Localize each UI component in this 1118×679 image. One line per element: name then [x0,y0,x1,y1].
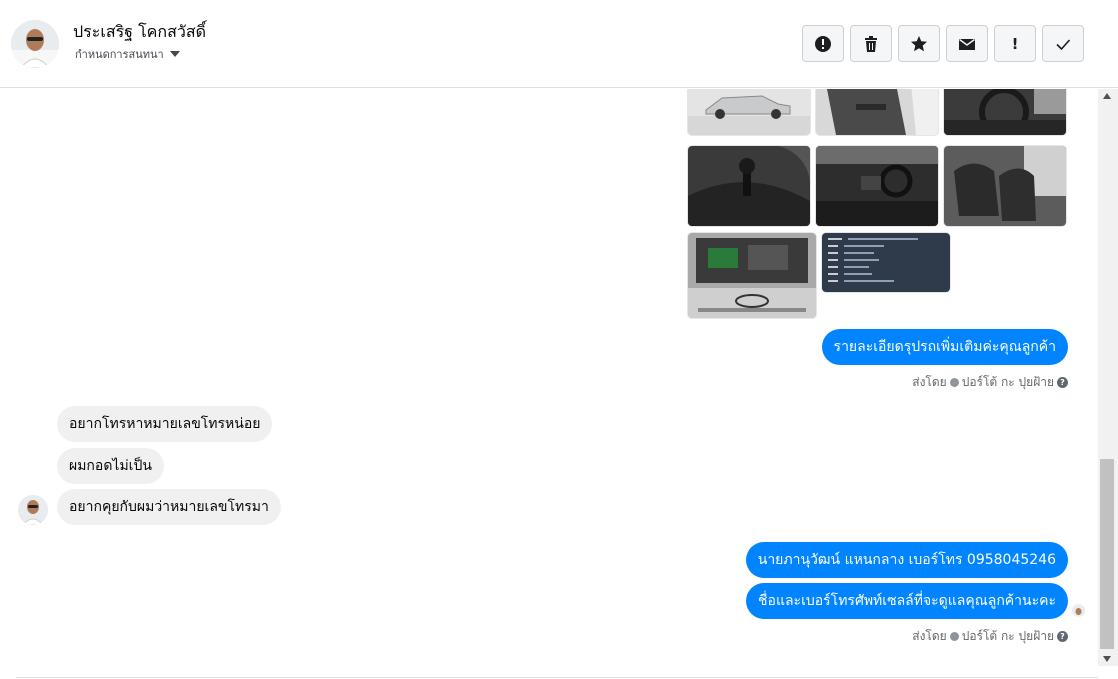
verified-dot-icon [949,632,959,641]
trash-icon [865,35,877,52]
composer-divider [16,677,1098,678]
help-icon[interactable]: ? [1057,631,1068,642]
car-photo-gear-shift[interactable] [688,146,810,226]
message-thread[interactable]: รายละเอียดรุปรถเพิ่มเติมค่ะคุณลูกค้า ส่ง… [0,89,1098,679]
sender-name[interactable]: ปอร์โต้ กะ ปุยฝ้าย [962,627,1054,646]
incoming-message[interactable]: อยากโทรหาหมายเลขโทรหน่อย [57,406,273,442]
car-photo-engine[interactable] [688,233,816,318]
conversation-header: ประเสริฐ โคกสวัสดิ์ กำหนดการสนทนา ! [0,0,1118,88]
mark-done-button[interactable] [1042,25,1084,62]
car-photo-rear-seats[interactable] [944,146,1066,226]
star-button[interactable] [898,25,940,62]
sent-by-label: ส่งโดย ปอร์โต้ กะ ปุยฝ้าย ? [912,373,1068,392]
incoming-message[interactable]: อยากคุยกับผมว่าหมายเลขโทรมา [57,489,281,525]
contact-avatar-small[interactable] [18,495,48,525]
sender-name[interactable]: ปอร์โต้ กะ ปุยฝ้าย [962,373,1054,392]
conversation-settings-dropdown[interactable]: กำหนดการสนทนา [75,45,180,63]
thread-scrollbar[interactable] [1098,89,1118,666]
car-photo-door-interior[interactable] [816,89,938,135]
car-photo-exterior[interactable] [688,89,810,135]
caret-down-icon [169,51,180,57]
incoming-message[interactable]: ผมกอดไม่เป็น [57,448,164,484]
star-icon [911,35,927,51]
help-icon[interactable]: ? [1057,377,1068,388]
outgoing-message[interactable]: นายภานุวัฒน์ แหนกลาง เบอร์โทร 0958045246 [745,542,1068,578]
outgoing-message[interactable]: รายละเอียดรุปรถเพิ่มเติมค่ะคุณลูกค้า [821,329,1068,365]
car-photo-steering[interactable] [944,89,1066,135]
envelope-icon [959,38,975,50]
delete-button[interactable] [850,25,892,62]
car-photo-dashboard[interactable] [816,146,938,226]
conversation-toolbar: ! [802,25,1084,62]
outgoing-message[interactable]: ชื่อและเบอร์โทรศัพท์เซลล์ที่จะดูแลคุณลูก… [746,583,1068,619]
check-icon [1056,38,1071,50]
verified-dot-icon [949,378,959,387]
sent-by-label: ส่งโดย ปอร์โต้ กะ ปุยฝ้าย ? [912,627,1068,646]
car-spec-sheet-image[interactable] [822,233,950,292]
sent-by-text: ส่งโดย [912,375,947,389]
scroll-down-arrow-icon[interactable] [1103,656,1111,662]
exclamation-icon: ! [1011,34,1019,53]
mark-unread-button[interactable] [946,25,988,62]
sent-by-text: ส่งโดย [912,629,947,643]
conversation-settings-label: กำหนดการสนทนา [75,48,164,61]
scrollbar-thumb[interactable] [1100,459,1114,649]
scroll-up-arrow-icon[interactable] [1103,93,1111,99]
alert-circle-icon [815,35,831,52]
read-receipt-avatar [1072,604,1085,617]
contact-name[interactable]: ประเสริฐ โคกสวัสดิ์ [73,20,206,45]
follow-up-button[interactable]: ! [994,25,1036,62]
mark-spam-button[interactable] [802,25,844,62]
contact-avatar[interactable] [11,20,59,68]
